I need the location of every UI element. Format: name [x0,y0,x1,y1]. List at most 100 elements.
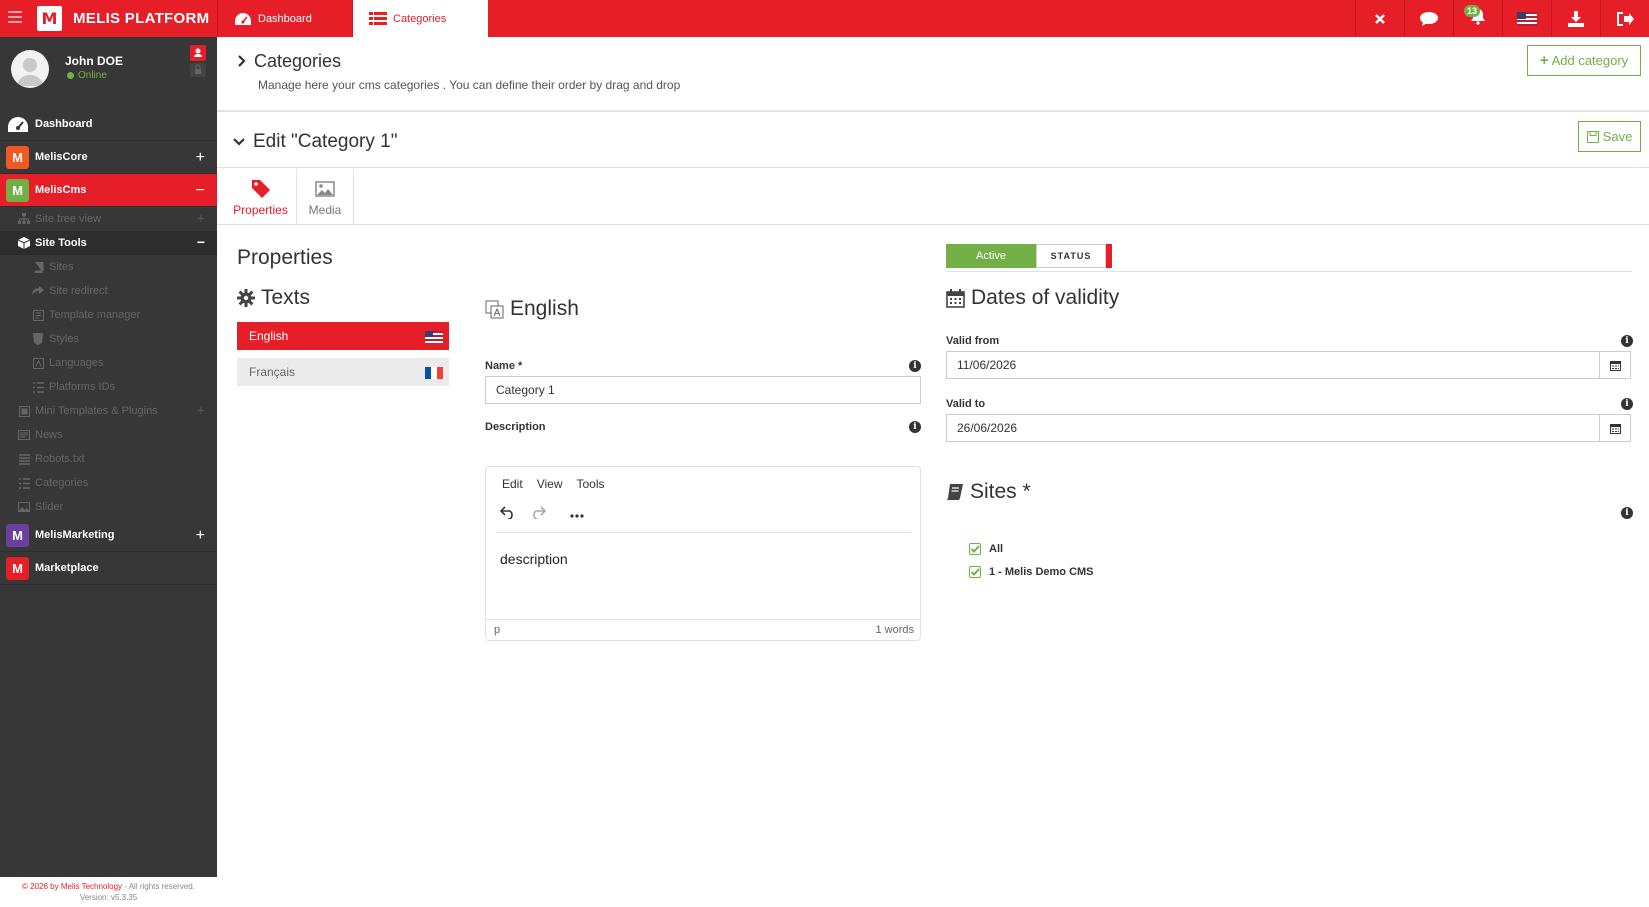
sidebar-item-marketplace[interactable]: M Marketplace [0,552,217,585]
close-icon[interactable] [1355,0,1404,37]
tab-categories-label: Categories [393,12,447,25]
valid-from-field[interactable]: 11/06/2026 [946,351,1631,379]
avatar[interactable] [11,50,49,88]
save-button[interactable]: Save [1578,121,1641,152]
user-status: Online [68,70,107,81]
fr-flag-icon [425,367,443,379]
template-icon [32,309,44,321]
calendar-icon[interactable] [1599,352,1630,378]
dashboard-icon [234,12,252,26]
info-icon[interactable]: i [909,360,921,372]
status-active[interactable]: Active [946,244,1036,268]
checkbox-checked-icon[interactable] [969,566,981,578]
brand: M MELIS PLATFORM [0,0,217,37]
sidebar-sub-label: Styles [49,333,79,345]
sidebar-nav: Dashboard M MelisCore + M MelisCms − Sit… [0,108,217,585]
sidebar-item-site-tools[interactable]: Site Tools − [0,231,217,255]
status-inactive[interactable] [1106,244,1112,268]
sidebar-item-meliscore[interactable]: M MelisCore + [0,141,217,174]
description-label: Description [485,421,546,433]
info-icon[interactable]: i [909,421,921,433]
sidebar-item-categories[interactable]: Categories [0,471,217,495]
site-label: All [989,543,1004,555]
checkbox-checked-icon[interactable] [969,543,981,555]
lang-tab-french[interactable]: Français [237,358,449,386]
sidebar-item-slider[interactable]: Slider [0,495,217,519]
valid-to-field[interactable]: 26/06/2026 [946,414,1631,442]
logout-icon[interactable] [1600,0,1649,37]
tab-categories[interactable]: Categories [353,0,488,37]
sidebar-item-sites[interactable]: Sites [0,255,217,279]
editor-menu-edit[interactable]: Edit [502,477,523,491]
sidebar-item-languages[interactable]: Languages [0,351,217,375]
undo-icon[interactable] [499,505,516,522]
tab-properties[interactable]: Properties [227,169,294,225]
sidebar-item-label: MelisCore [35,151,88,163]
download-icon[interactable] [1551,0,1600,37]
sidebar-item-news[interactable]: News [0,423,217,447]
tab-media[interactable]: Media [296,169,354,225]
collapse-icon[interactable]: − [196,182,205,200]
sidebar-item-site-redirect[interactable]: Site redirect [0,279,217,303]
calendar-icon[interactable] [1599,415,1630,441]
lock-icon[interactable] [190,63,206,77]
tab-dashboard[interactable]: Dashboard [217,0,353,37]
expand-icon[interactable]: + [196,527,205,545]
sidebar-item-robots[interactable]: Robots.txt [0,447,217,471]
expand-icon[interactable]: + [196,149,205,167]
sidebar-item-melismarketing[interactable]: M MelisMarketing + [0,519,217,552]
copyright: © 2026 by Melis Technology [22,882,123,891]
sidebar-item-template-manager[interactable]: Template manager [0,303,217,327]
melismarketing-icon: M [6,523,29,547]
chevron-down-icon[interactable] [233,135,245,149]
sidebar-sub-label: Categories [35,477,89,489]
sidebar-item-styles[interactable]: Styles [0,327,217,351]
add-category-button[interactable]: + Add category [1527,45,1641,76]
info-icon[interactable]: i [1621,335,1633,347]
site-checkbox-all[interactable]: All [969,543,1003,555]
sidebar-sub-label: Site Tools [35,237,87,249]
melis-logo-icon: M [37,6,62,31]
editor-toolbar [499,505,584,522]
description-editor[interactable]: Edit View Tools description p 1 words [485,466,921,641]
meliscms-icon: M [6,178,29,202]
editor-content[interactable]: description [500,551,568,567]
language-us-flag-icon[interactable] [1502,0,1551,37]
info-icon[interactable]: i [1621,398,1633,410]
divider [946,271,1632,272]
sidebar-sub-label: Template manager [49,309,141,321]
cube-icon [18,237,30,249]
chat-icon[interactable] [1404,0,1453,37]
collapse-icon[interactable]: − [197,234,205,250]
edit-title: Edit "Category 1" [233,131,397,153]
image-icon [315,178,335,200]
sites-title-text: Sites * [970,480,1031,503]
top-bar: M MELIS PLATFORM Dashboard Categories 13 [0,0,1649,37]
user-profile-icon[interactable] [190,45,206,61]
page-title: Categories [237,51,341,72]
sidebar-item-platform-ids[interactable]: Platforms IDs [0,375,217,399]
sidebar-item-meliscms[interactable]: M MelisCms − [0,174,217,207]
expand-icon[interactable]: + [197,402,205,418]
editor-menubar: Edit View Tools [502,477,605,491]
name-field[interactable]: Category 1 [485,376,921,404]
expand-icon[interactable]: + [197,210,205,226]
editor-path: p [494,624,501,636]
sidebar-item-label: Marketplace [35,562,99,574]
info-icon[interactable]: i [1621,507,1633,519]
sidebar-item-site-tree[interactable]: Site tree view + [0,207,217,231]
status-toggle[interactable]: Active STATUS [946,244,1112,268]
sidebar-item-dashboard[interactable]: Dashboard [0,108,217,141]
more-icon[interactable] [570,507,584,521]
editor-menu-view[interactable]: View [537,477,563,491]
notifications-button[interactable]: 13 [1453,0,1502,37]
properties-title: Properties [237,246,333,269]
sites-title: Sites * [946,480,1031,504]
site-checkbox-demo[interactable]: 1 - Melis Demo CMS [969,566,1094,578]
sidebar-item-mini-templates[interactable]: Mini Templates & Plugins + [0,399,217,423]
redo-icon[interactable] [530,505,547,522]
english-title: English [485,297,579,321]
editor-menu-tools[interactable]: Tools [576,477,604,491]
menu-toggle-icon[interactable] [8,11,22,23]
lang-tab-english[interactable]: English [237,322,449,350]
